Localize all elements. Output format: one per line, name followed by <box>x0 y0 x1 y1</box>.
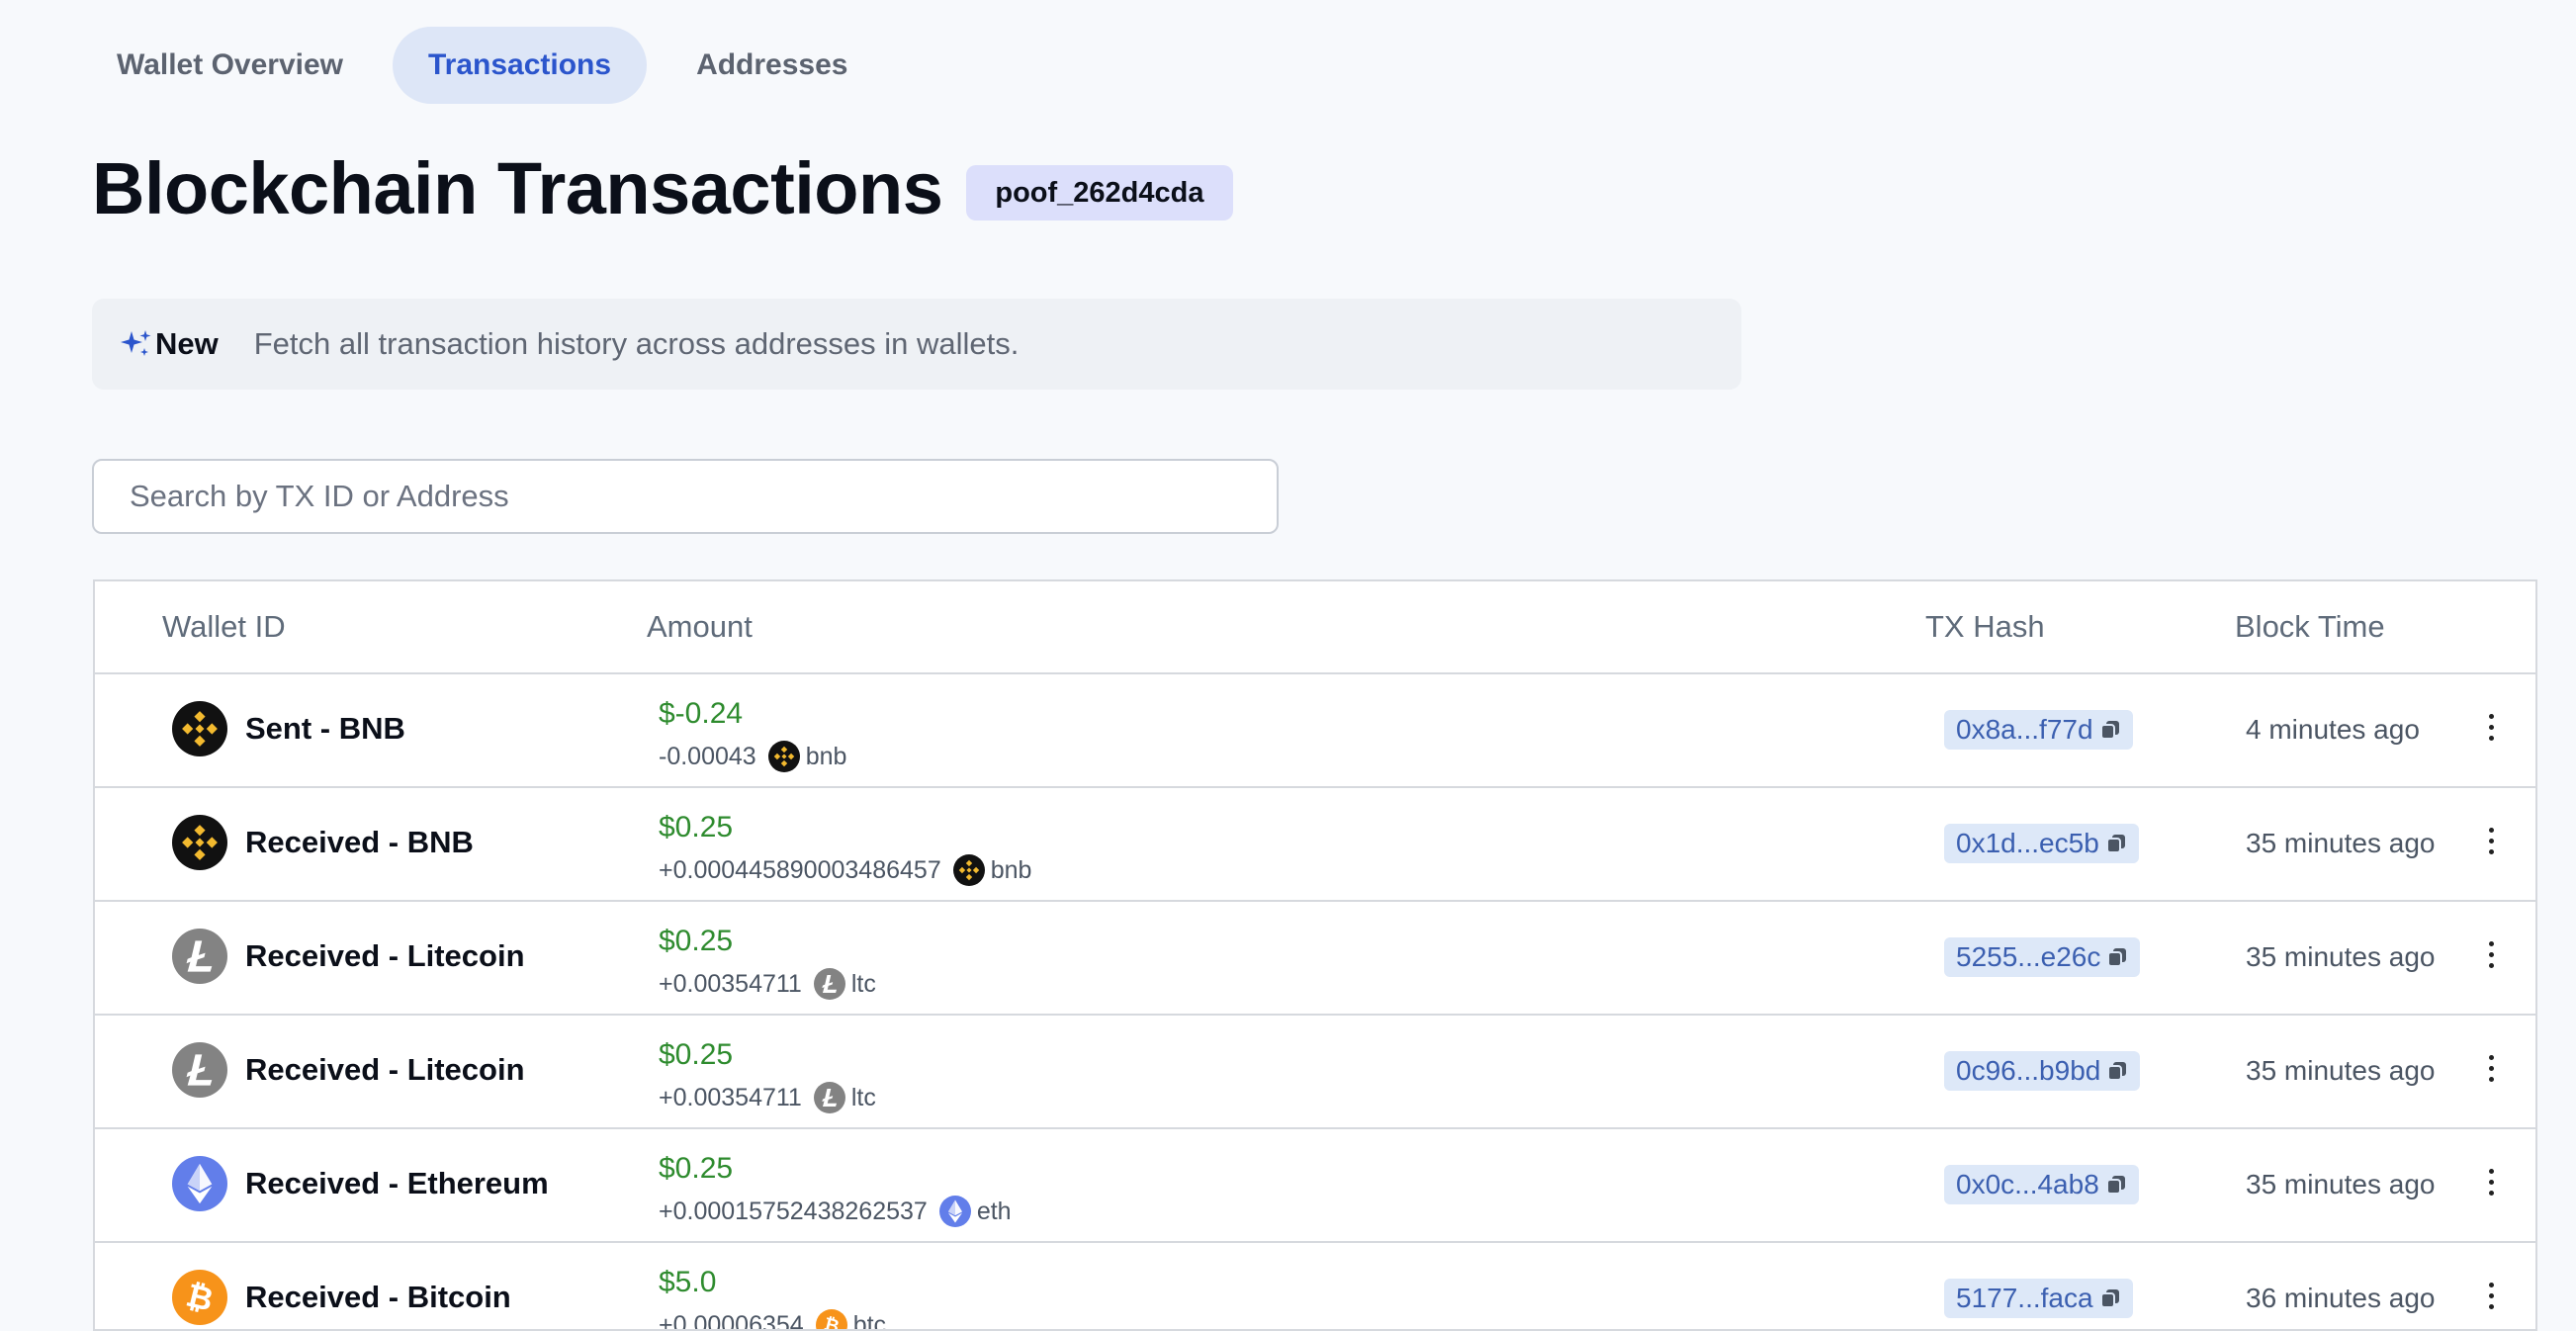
amount-native: +0.00354711 ltc <box>659 1081 876 1114</box>
transaction-label: Received - Litecoin <box>245 938 525 973</box>
transaction-label: Received - Ethereum <box>245 1166 549 1200</box>
bnb-icon <box>172 701 227 756</box>
banner-message: Fetch all transaction history across add… <box>253 326 1020 361</box>
header-tx-hash: TX Hash <box>1925 609 2045 644</box>
tab-wallet-overview[interactable]: Wallet Overview <box>81 27 379 104</box>
amount-native-value: +0.000445890003486457 <box>659 856 941 884</box>
amount-native: +0.00354711 ltc <box>659 967 876 1001</box>
tx-hash-chip[interactable]: 0c96...b9bd <box>1944 1051 2141 1091</box>
block-time: 35 minutes ago <box>2246 941 2436 972</box>
table-row[interactable]: ₿ Received - Bitcoin $5.0 +0.00006354 ₿ btc 51… <box>95 1243 2535 1331</box>
title-row: Blockchain Transactions poof_262d4cda <box>92 146 1233 230</box>
amount-usd: $5.0 <box>659 1266 717 1298</box>
page-title: Blockchain Transactions <box>92 147 943 229</box>
row-menu-button[interactable] <box>2476 708 2506 752</box>
amount-native: -0.00043 bnb <box>659 740 846 773</box>
tx-hash-chip[interactable]: 0x8a...f77d <box>1944 710 2133 750</box>
table-row[interactable]: Received - Ethereum $0.25 +0.0001575243826… <box>95 1129 2535 1243</box>
ltc-icon <box>172 929 227 984</box>
tx-hash-value: 0x0c...4ab8 <box>1956 1169 2099 1199</box>
tx-hash-value: 5255...e26c <box>1956 941 2101 972</box>
table-row[interactable]: Received - Litecoin $0.25 +0.00354711 ltc 0c… <box>95 1016 2535 1129</box>
btc-icon: ₿ <box>172 1270 227 1325</box>
ltc-icon <box>813 1082 845 1113</box>
amount-native-value: +0.00354711 <box>659 1084 802 1111</box>
tx-hash-value: 0c96...b9bd <box>1956 1055 2101 1086</box>
amount-symbol: eth <box>976 1198 1012 1225</box>
table-body: Sent - BNB $-0.24 -0.00043 bnb 0x8a...f77d 4 … <box>95 674 2535 1331</box>
tx-hash-chip[interactable]: 5177...faca <box>1944 1279 2133 1318</box>
amount-symbol: bnb <box>805 743 847 770</box>
amount-native-value: +0.00006354 <box>659 1311 804 1331</box>
header-amount: Amount <box>647 609 753 644</box>
table-row[interactable]: Received - Litecoin $0.25 +0.00354711 ltc 52… <box>95 902 2535 1016</box>
bnb-icon <box>952 854 985 886</box>
eth-icon <box>938 1196 971 1227</box>
amount-usd: $0.25 <box>659 1152 734 1185</box>
bnb-icon <box>767 741 800 772</box>
tx-hash-chip[interactable]: 0x0c...4ab8 <box>1944 1165 2139 1204</box>
ltc-icon <box>172 1042 227 1098</box>
copy-icon <box>2107 1062 2127 1081</box>
tx-hash-chip[interactable]: 0x1d...ec5b <box>1944 824 2139 863</box>
amount-usd: $0.25 <box>659 1038 734 1071</box>
amount-symbol: bnb <box>990 856 1032 884</box>
tx-hash-value: 0x1d...ec5b <box>1956 828 2099 858</box>
block-time: 36 minutes ago <box>2246 1283 2436 1313</box>
wallet-id-badge: poof_262d4cda <box>966 164 1233 221</box>
copy-icon <box>2105 835 2125 853</box>
amount-usd: $0.25 <box>659 811 734 843</box>
search-box <box>92 459 1279 534</box>
bnb-icon <box>172 815 227 870</box>
transaction-label: Received - BNB <box>245 825 474 859</box>
search-input[interactable] <box>94 461 1277 532</box>
eth-icon <box>172 1156 227 1211</box>
new-feature-banner: New Fetch all transaction history across… <box>92 299 1741 390</box>
amount-native: +0.00006354 ₿ btc <box>659 1308 887 1331</box>
sparkle-icon <box>121 330 151 356</box>
amount-symbol: btc <box>852 1311 887 1331</box>
amount-native-value: -0.00043 <box>659 743 756 770</box>
transaction-label: Received - Litecoin <box>245 1052 525 1087</box>
block-time: 35 minutes ago <box>2246 1169 2436 1199</box>
ltc-icon <box>813 968 845 1000</box>
amount-native-value: +0.00015752438262537 <box>659 1198 928 1225</box>
transactions-table: Wallet ID Amount TX Hash Block Time Sent… <box>93 579 2537 1331</box>
header-block-time: Block Time <box>2235 609 2385 644</box>
amount-native-value: +0.00354711 <box>659 970 802 998</box>
block-time: 4 minutes ago <box>2246 714 2420 745</box>
block-time: 35 minutes ago <box>2246 828 2436 858</box>
amount-symbol: ltc <box>850 1084 876 1111</box>
tab-transactions[interactable]: Transactions <box>392 27 648 104</box>
tx-hash-value: 0x8a...f77d <box>1956 714 2093 745</box>
tx-hash-chip[interactable]: 5255...e26c <box>1944 937 2141 977</box>
copy-icon <box>2107 948 2127 967</box>
block-time: 35 minutes ago <box>2246 1055 2436 1086</box>
table-row[interactable]: Sent - BNB $-0.24 -0.00043 bnb 0x8a...f77d 4 … <box>95 674 2535 788</box>
copy-icon <box>2099 721 2119 740</box>
amount-native: +0.00015752438262537 eth <box>659 1195 1012 1228</box>
transaction-label: Received - Bitcoin <box>245 1280 511 1314</box>
tab-addresses[interactable]: Addresses <box>661 27 883 104</box>
amount-usd: $0.25 <box>659 925 734 957</box>
amount-native: +0.000445890003486457 bnb <box>659 853 1031 887</box>
tx-hash-value: 5177...faca <box>1956 1283 2093 1313</box>
row-menu-button[interactable] <box>2476 935 2506 979</box>
table-header: Wallet ID Amount TX Hash Block Time <box>95 581 2535 674</box>
btc-icon: ₿ <box>815 1309 847 1329</box>
amount-usd: $-0.24 <box>659 697 744 730</box>
header-wallet-id: Wallet ID <box>162 609 286 644</box>
banner-new-tag: New <box>155 326 219 361</box>
copy-icon <box>2099 1289 2119 1308</box>
transaction-label: Sent - BNB <box>245 711 405 746</box>
amount-symbol: ltc <box>850 970 876 998</box>
row-menu-button[interactable] <box>2476 1277 2506 1320</box>
tab-bar: Wallet Overview Transactions Addresses <box>81 27 897 104</box>
row-menu-button[interactable] <box>2476 822 2506 865</box>
table-row[interactable]: Received - BNB $0.25 +0.000445890003486457… <box>95 788 2535 902</box>
row-menu-button[interactable] <box>2476 1049 2506 1093</box>
row-menu-button[interactable] <box>2476 1163 2506 1206</box>
copy-icon <box>2105 1176 2125 1195</box>
